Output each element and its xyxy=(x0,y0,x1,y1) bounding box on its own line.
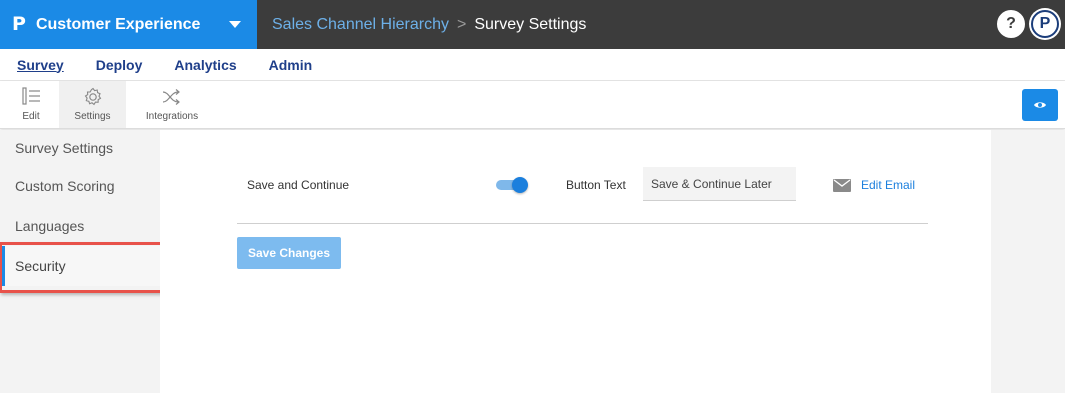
sidebar-item-custom-scoring[interactable]: Custom Scoring xyxy=(0,166,160,206)
edit-list-icon xyxy=(22,87,40,105)
button-text-input[interactable] xyxy=(643,167,796,201)
sidebar-item-survey-settings[interactable]: Survey Settings xyxy=(0,130,160,166)
app-switcher[interactable]: P Customer Experience xyxy=(0,0,257,49)
sidebar-item-label: Survey Settings xyxy=(15,140,114,156)
button-text-label: Button Text xyxy=(566,178,626,192)
toolbar-edit-label: Edit xyxy=(22,111,40,122)
sidebar: Survey Settings Custom Scoring Languages… xyxy=(0,130,160,393)
save-changes-button[interactable]: Save Changes xyxy=(237,237,341,269)
save-and-continue-row: Save and Continue Button Text Edit Email xyxy=(247,164,928,208)
breadcrumb-item-hierarchy[interactable]: Sales Channel Hierarchy xyxy=(272,16,449,34)
mail-icon xyxy=(833,178,851,192)
toolbar-integrations-label: Integrations xyxy=(145,111,199,122)
tab-deploy[interactable]: Deploy xyxy=(96,57,143,73)
sidebar-item-languages[interactable]: Languages xyxy=(0,206,160,246)
toolbar-integrations[interactable]: Integrations xyxy=(140,81,204,128)
edit-email-link[interactable]: Edit Email xyxy=(833,178,915,192)
sidebar-item-label: Custom Scoring xyxy=(15,178,115,194)
page-title: Survey Settings xyxy=(474,15,587,33)
sidebar-item-label: Languages xyxy=(15,218,85,234)
toolbar: Edit Settings Integrations xyxy=(0,81,1065,129)
breadcrumb: Sales Channel Hierarchy > Survey Setting… xyxy=(257,16,586,34)
save-and-continue-toggle[interactable] xyxy=(496,176,528,194)
help-icon[interactable]: ? xyxy=(997,10,1025,38)
main-nav: Survey Deploy Analytics Admin xyxy=(0,49,1065,81)
top-bar: P Customer Experience Sales Channel Hier… xyxy=(0,0,1065,49)
tab-survey[interactable]: Survey xyxy=(17,57,64,73)
save-and-continue-label: Save and Continue xyxy=(247,178,350,192)
logo-icon: P xyxy=(12,13,26,35)
divider xyxy=(237,223,928,224)
edit-email-label: Edit Email xyxy=(861,178,916,192)
right-gutter xyxy=(991,130,1065,393)
toolbar-settings-label: Settings xyxy=(74,111,111,122)
shuffle-icon xyxy=(162,89,180,105)
app-name: Customer Experience xyxy=(35,15,201,33)
toolbar-edit[interactable]: Edit xyxy=(10,81,52,128)
toggle-knob xyxy=(512,177,528,193)
preview-button[interactable] xyxy=(1022,89,1058,121)
sidebar-item-label: Security xyxy=(15,258,66,274)
tab-admin[interactable]: Admin xyxy=(269,57,313,73)
tab-analytics[interactable]: Analytics xyxy=(174,57,236,73)
profile-icon[interactable]: P xyxy=(1031,10,1059,38)
sidebar-item-security[interactable]: Security xyxy=(0,246,160,286)
eye-icon xyxy=(1034,102,1046,108)
toolbar-settings[interactable]: Settings xyxy=(59,81,126,128)
gear-icon xyxy=(84,87,101,106)
breadcrumb-separator: > xyxy=(456,15,467,33)
settings-panel: Save and Continue Button Text Edit Email… xyxy=(160,130,991,393)
chevron-down-icon[interactable] xyxy=(229,21,241,28)
